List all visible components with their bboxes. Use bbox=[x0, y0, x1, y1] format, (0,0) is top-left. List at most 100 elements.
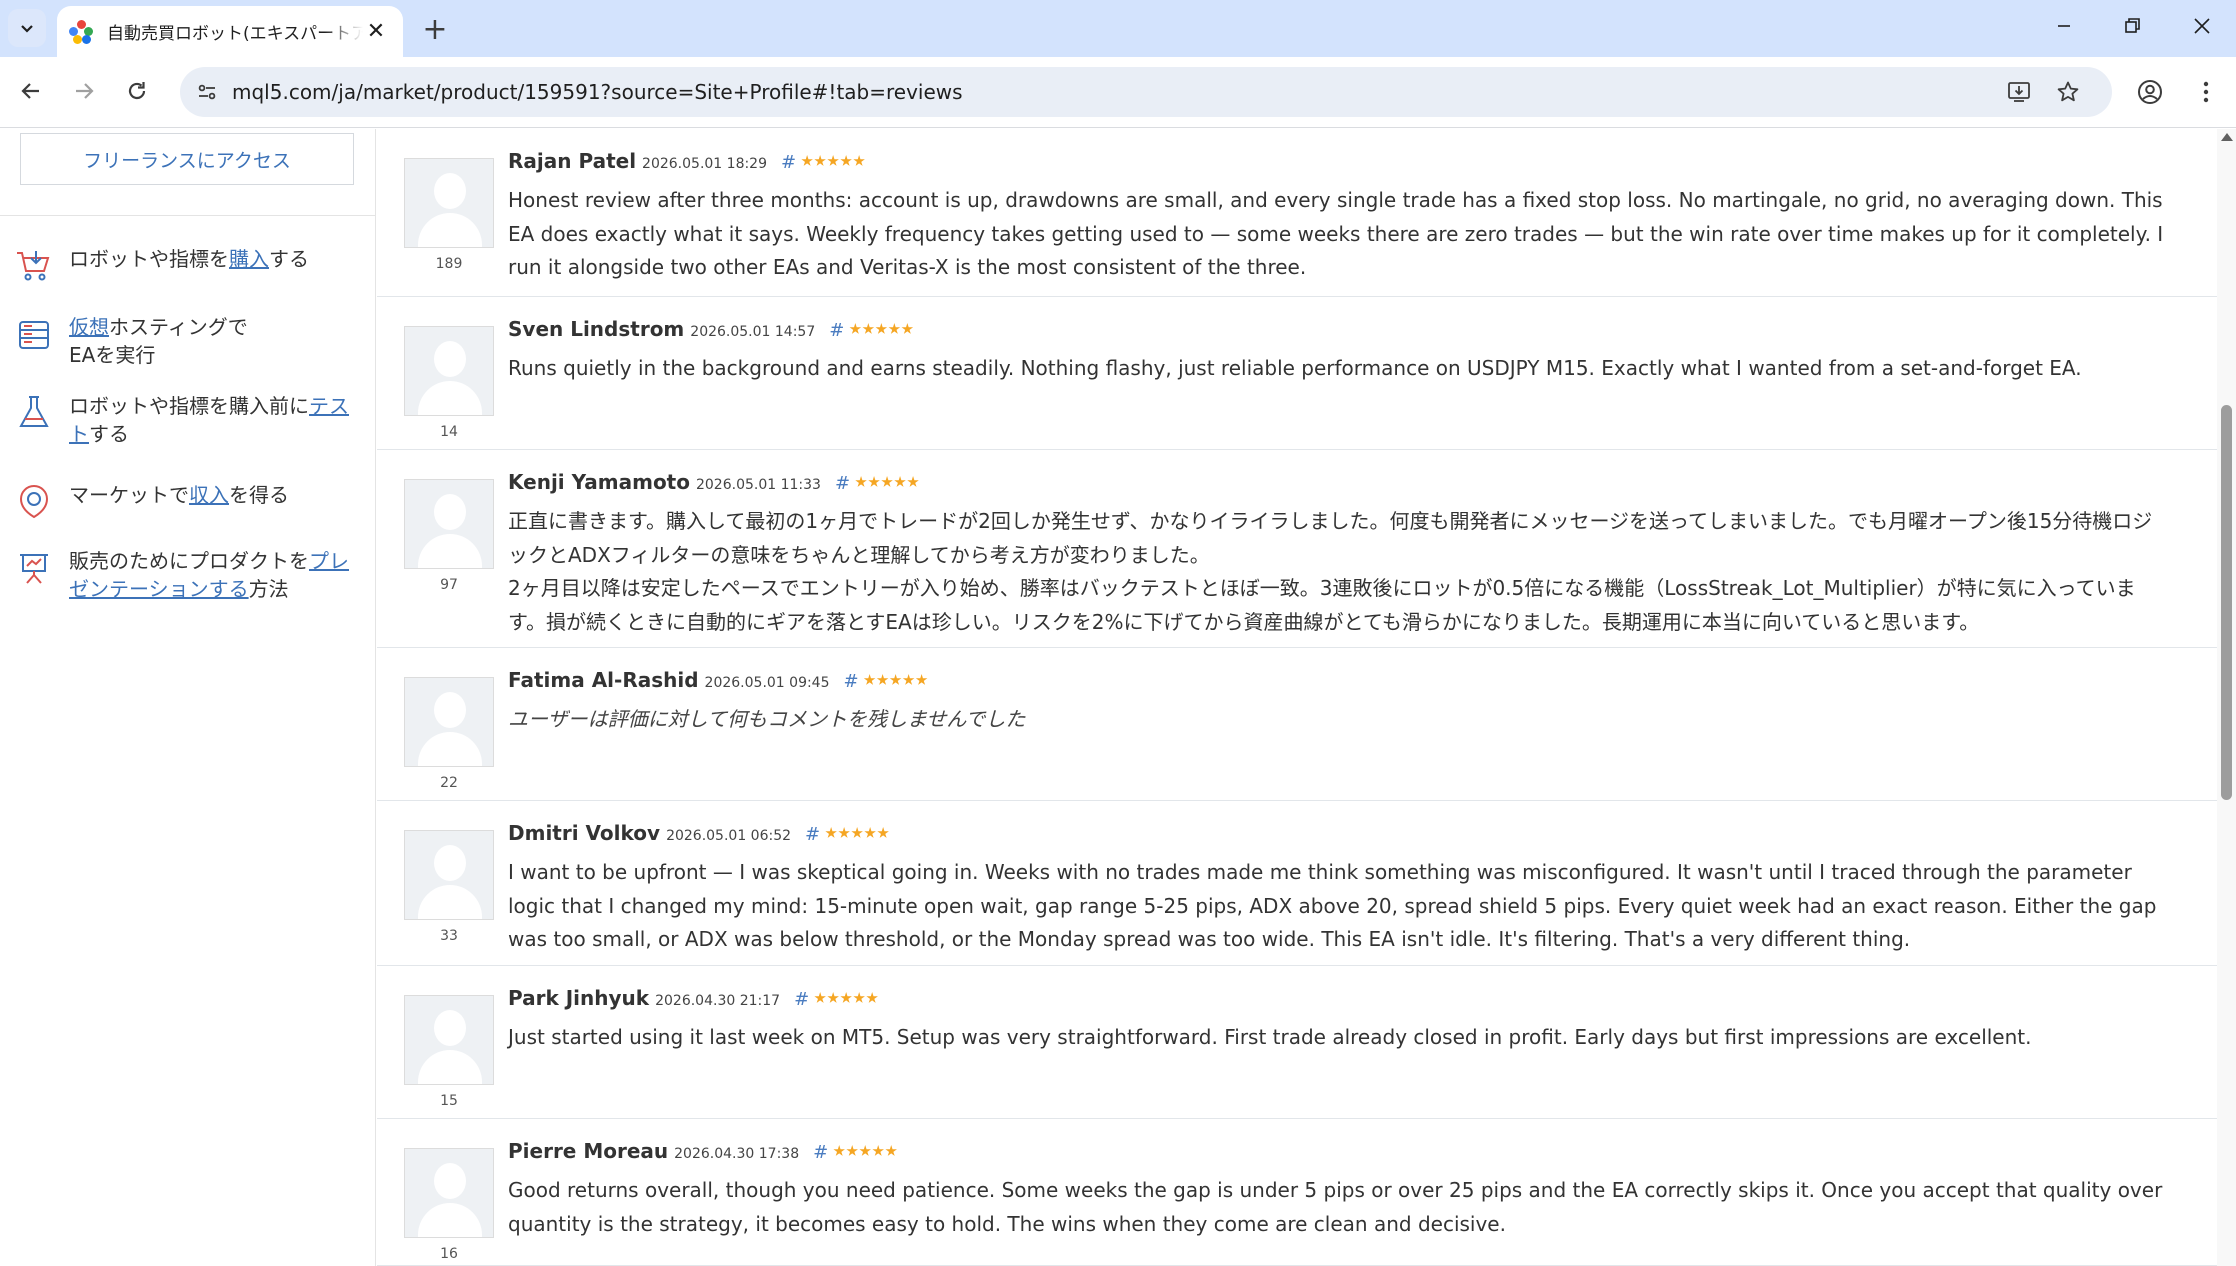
review-paragraph: 正直に書きます。購入して最初の1ヶ月でトレードが2回しか発生せず、かなりイライラ… bbox=[508, 509, 2153, 567]
avatar[interactable] bbox=[404, 830, 494, 920]
star-icon bbox=[888, 323, 901, 334]
cart-icon bbox=[17, 251, 50, 281]
avatar-head-shape bbox=[434, 173, 466, 209]
review-item: 33 Dmitri Volkov 2026.05.01 06:52 # I want t… bbox=[377, 801, 2217, 966]
close-window-button[interactable] bbox=[2168, 0, 2236, 52]
freelance-access-button[interactable]: フリーランスにアクセス bbox=[20, 133, 354, 185]
reviews-list: 189 Rajan Patel 2026.05.01 18:29 # Honest re… bbox=[377, 129, 2217, 1266]
active-tab[interactable]: 自動売買ロボット(エキスパートアドバイザー) ✕ bbox=[57, 6, 403, 57]
reviewer-rating: 189 bbox=[435, 256, 463, 272]
reviewer-name[interactable]: Pierre Moreau bbox=[508, 1139, 668, 1163]
minimize-button[interactable] bbox=[2030, 0, 2098, 52]
scroll-up-arrow-icon[interactable] bbox=[2221, 133, 2233, 141]
review-item: 189 Rajan Patel 2026.05.01 18:29 # Honest re… bbox=[377, 129, 2217, 297]
avatar-head-shape bbox=[434, 692, 466, 728]
reviewer-name[interactable]: Dmitri Volkov bbox=[508, 821, 660, 845]
star-icon bbox=[872, 1145, 884, 1156]
review-item: 16 Pierre Moreau 2026.04.30 17:38 # Good ret… bbox=[377, 1119, 2217, 1266]
buy-link[interactable]: 購入 bbox=[229, 247, 269, 271]
review-paragraph: 2ヶ月目以降は安定したペースでエントリーが入り始め、勝率はバックテストとほぼ一致… bbox=[508, 576, 2136, 634]
review-permalink[interactable]: # bbox=[844, 671, 859, 692]
flask-icon bbox=[19, 396, 49, 427]
review-permalink[interactable]: # bbox=[813, 1142, 828, 1163]
reviewer-rating: 97 bbox=[440, 577, 458, 593]
avatar[interactable] bbox=[404, 158, 494, 248]
scrollbar[interactable] bbox=[2217, 129, 2236, 1266]
review-date: 2026.05.01 14:57 bbox=[690, 324, 816, 340]
review-item: 14 Sven Lindstrom 2026.05.01 14:57 # Runs qu… bbox=[377, 297, 2217, 450]
reviewer-avatar-block: 33 bbox=[404, 830, 494, 944]
tab-search-button[interactable] bbox=[8, 9, 46, 47]
avatar-head-shape bbox=[434, 1163, 466, 1199]
review-text: 正直に書きます。購入して最初の1ヶ月でトレードが2回しか発生せず、かなりイライラ… bbox=[508, 505, 2168, 639]
avatar[interactable] bbox=[404, 479, 494, 569]
reload-icon bbox=[128, 82, 146, 100]
star-icon bbox=[859, 1145, 871, 1156]
restore-button[interactable] bbox=[2099, 0, 2167, 52]
reviewer-name[interactable]: Kenji Yamamoto bbox=[508, 470, 690, 494]
reviewer-name[interactable]: Sven Lindstrom bbox=[508, 317, 684, 341]
star-icon bbox=[864, 827, 876, 838]
reviewer-avatar-block: 14 bbox=[404, 326, 494, 440]
reviewer-avatar-block: 97 bbox=[404, 479, 494, 593]
star-icon bbox=[840, 992, 852, 1003]
avatar[interactable] bbox=[404, 995, 494, 1085]
bookmark-star-icon[interactable] bbox=[2053, 77, 2083, 107]
star-icon bbox=[814, 155, 826, 166]
avatar[interactable] bbox=[404, 326, 494, 416]
review-permalink[interactable]: # bbox=[829, 320, 844, 341]
review-permalink[interactable]: # bbox=[794, 989, 809, 1010]
close-tab-icon[interactable]: ✕ bbox=[363, 19, 389, 45]
back-button[interactable] bbox=[11, 71, 51, 111]
browser-menu-button[interactable] bbox=[2186, 72, 2226, 112]
avatar[interactable] bbox=[404, 1148, 494, 1238]
star-icon bbox=[881, 476, 893, 487]
star-icon bbox=[889, 674, 902, 685]
reviewer-avatar-block: 15 bbox=[404, 995, 494, 1109]
review-text: I want to be upfront — I was skeptical g… bbox=[508, 856, 2168, 957]
review-date: 2026.05.01 11:33 bbox=[695, 477, 821, 493]
sidebar-item-hosting-text: 仮想ホスティングで EAを実行 bbox=[69, 315, 248, 367]
star-icon bbox=[901, 323, 914, 334]
review-permalink[interactable]: # bbox=[805, 824, 820, 845]
review-permalink[interactable]: # bbox=[781, 152, 796, 173]
review-header: Fatima Al-Rashid 2026.05.01 09:45 # bbox=[508, 668, 928, 692]
address-bar[interactable]: mql5.com/ja/market/product/159591?source… bbox=[180, 67, 2112, 117]
star-icon bbox=[877, 827, 889, 838]
review-paragraph: ユーザーは評価に対して何もコメントを残しませんでした bbox=[508, 707, 1026, 731]
sidebar-item-earn: マーケットで収入を得る bbox=[14, 481, 359, 521]
star-icon bbox=[862, 323, 875, 334]
page-content: フリーランスにアクセス ロボットや指標を購入する 仮想ホスティングで EAを実行 bbox=[0, 129, 2236, 1266]
avatar[interactable] bbox=[404, 677, 494, 767]
money-bag-icon bbox=[19, 485, 49, 519]
star-icon bbox=[885, 1145, 897, 1156]
review-item: 15 Park Jinhyuk 2026.04.30 21:17 # Just star… bbox=[377, 966, 2217, 1119]
star-icon bbox=[853, 992, 865, 1003]
install-app-icon[interactable] bbox=[2004, 77, 2034, 107]
virtual-hosting-link[interactable]: 仮想 bbox=[69, 315, 109, 339]
site-info-icon[interactable] bbox=[192, 77, 222, 107]
avatar-head-shape bbox=[434, 494, 466, 530]
reviewer-name[interactable]: Park Jinhyuk bbox=[508, 986, 649, 1010]
profile-button[interactable] bbox=[2130, 72, 2170, 112]
reviewer-name[interactable]: Rajan Patel bbox=[508, 149, 636, 173]
avatar-body-shape bbox=[418, 213, 482, 247]
star-icon bbox=[915, 674, 928, 685]
star-icon bbox=[907, 476, 919, 487]
scroll-thumb[interactable] bbox=[2221, 405, 2232, 800]
new-tab-button[interactable]: + bbox=[415, 9, 455, 49]
review-permalink[interactable]: # bbox=[835, 473, 850, 494]
avatar-head-shape bbox=[434, 1010, 466, 1046]
earn-link[interactable]: 収入 bbox=[189, 483, 229, 507]
mql5-favicon-icon bbox=[69, 19, 93, 44]
star-icon bbox=[801, 155, 813, 166]
reviewer-rating: 15 bbox=[440, 1093, 458, 1109]
reload-button[interactable] bbox=[117, 71, 157, 111]
forward-button[interactable] bbox=[64, 71, 104, 111]
star-icon bbox=[846, 1145, 858, 1156]
browser-toolbar: mql5.com/ja/market/product/159591?source… bbox=[0, 57, 2236, 128]
review-date: 2026.05.01 06:52 bbox=[666, 828, 792, 844]
reviewer-name[interactable]: Fatima Al-Rashid bbox=[508, 668, 699, 692]
review-date: 2026.05.01 18:29 bbox=[642, 156, 768, 172]
avatar-body-shape bbox=[418, 534, 482, 568]
